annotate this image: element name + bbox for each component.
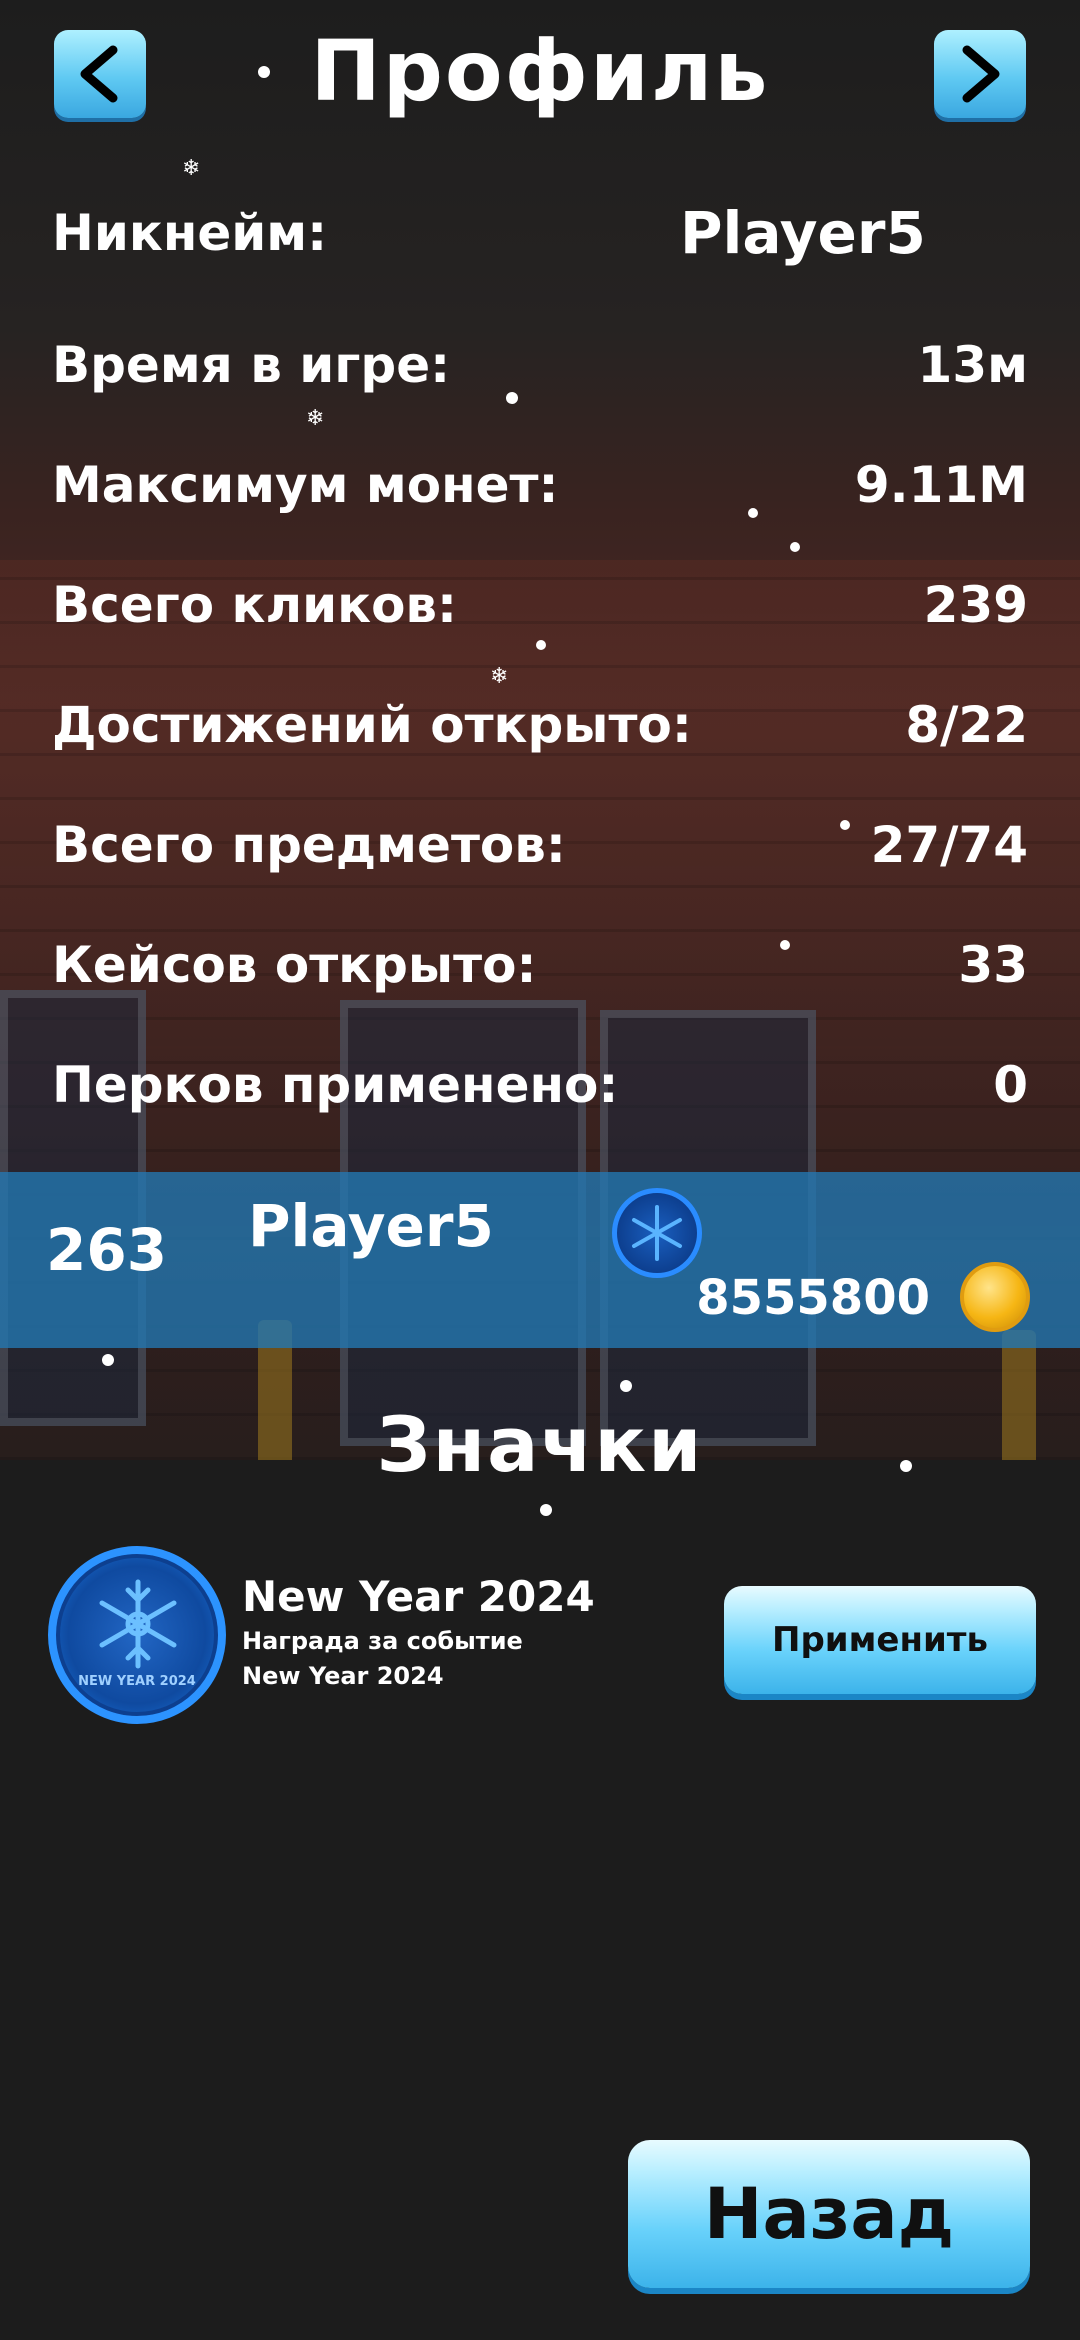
stat-label: Достижений открыто: (52, 696, 692, 754)
stat-value: 27/74 (870, 816, 1028, 874)
coin-balance: 8555800 (696, 1270, 930, 1326)
stat-value: 0 (993, 1056, 1028, 1114)
coin-icon (960, 1262, 1030, 1332)
badge-name: New Year 2024 (242, 1572, 595, 1621)
snowflake-badge-icon (612, 1188, 702, 1278)
stat-label: Всего кликов: (52, 576, 458, 634)
stat-value: 9.11M (854, 456, 1028, 514)
stat-value: 239 (923, 576, 1028, 634)
stat-label: Время в игре: (52, 336, 451, 394)
page-title: Профиль (310, 22, 770, 120)
snowflake-badge-icon: NEW YEAR 2024 (48, 1546, 226, 1724)
stat-row-achievements: Достижений открыто: 8/22 (52, 690, 1028, 760)
snow-particle (536, 640, 546, 650)
stat-label: Всего предметов: (52, 816, 566, 874)
stat-label: Никнейм: (52, 204, 328, 262)
player-rank: 263 (46, 1216, 168, 1284)
next-button[interactable] (934, 30, 1026, 118)
stat-row-cases: Кейсов открыто: 33 (52, 930, 1028, 1000)
arrow-right-icon (962, 45, 1000, 103)
stat-row-playtime: Время в игре: 13м (52, 330, 1028, 400)
snowflake-particle: ❄ (182, 156, 201, 181)
stat-value: 13м (917, 336, 1028, 394)
stat-value: 33 (958, 936, 1028, 994)
stat-value: 8/22 (905, 696, 1028, 754)
snow-particle (102, 1354, 114, 1366)
snowflake-particle: ❄ (490, 664, 509, 689)
stat-label: Кейсов открыто: (52, 936, 537, 994)
stat-row-total-clicks: Всего кликов: 239 (52, 570, 1028, 640)
apply-badge-button[interactable]: Применить (724, 1586, 1036, 1694)
player-name: Player5 (248, 1192, 494, 1260)
snow-particle (790, 542, 800, 552)
stat-row-nickname: Никнейм: Player5 (52, 198, 1028, 268)
stat-value-nickname: Player5 (680, 199, 926, 267)
badge-caption: NEW YEAR 2024 (78, 1674, 196, 1689)
snowflake-particle: ❄ (306, 406, 325, 431)
stat-label: Перков применено: (52, 1056, 619, 1114)
badge-description: Награда за событие New Year 2024 (242, 1627, 523, 1690)
snow-particle (540, 1504, 552, 1516)
stat-row-max-coins: Максимум монет: 9.11M (52, 450, 1028, 520)
back-button[interactable]: Назад (628, 2140, 1030, 2288)
stat-row-perks: Перков применено: 0 (52, 1050, 1028, 1120)
stat-row-items: Всего предметов: 27/74 (52, 810, 1028, 880)
leaderboard-player-bar: 263 Player5 8555800 (0, 1172, 1080, 1348)
snow-particle (620, 1380, 632, 1392)
badges-section-title: Значки (376, 1400, 704, 1489)
stat-label: Максимум монет: (52, 456, 559, 514)
